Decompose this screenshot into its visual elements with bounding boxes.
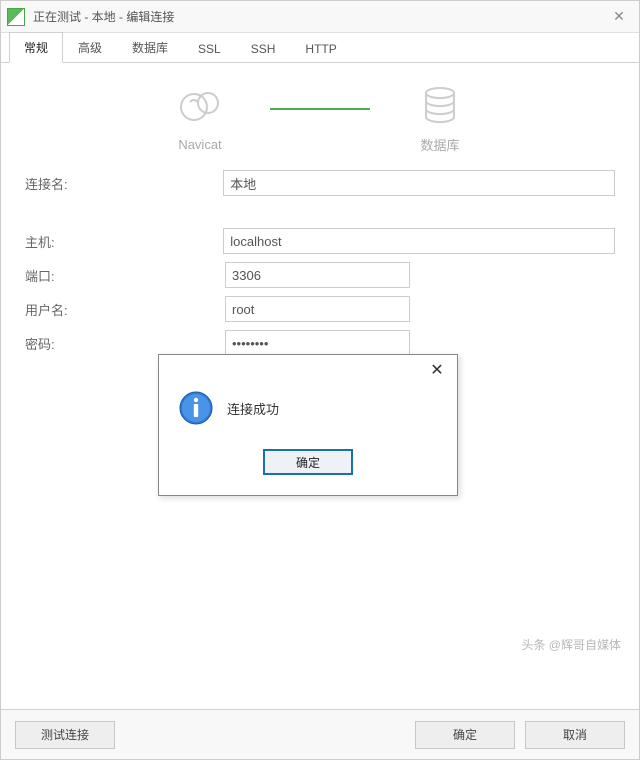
connection-diagram: Navicat 数据库 [11, 83, 629, 154]
connection-name-label: 连接名: [25, 174, 223, 193]
window-title: 正在测试 - 本地 - 编辑连接 [33, 8, 599, 25]
port-input[interactable] [225, 262, 410, 288]
host-label: 主机: [25, 232, 223, 251]
database-icon [418, 83, 462, 127]
tab-ssl[interactable]: SSL [183, 35, 236, 62]
footer-bar: 测试连接 确定 取消 [1, 709, 639, 759]
dialog-titlebar: ✕ [159, 355, 457, 385]
diagram-server-label: 数据库 [420, 135, 459, 154]
dialog-close-icon[interactable]: ✕ [417, 355, 457, 385]
tab-http[interactable]: HTTP [290, 35, 351, 62]
port-label: 端口: [25, 266, 225, 285]
cancel-button[interactable]: 取消 [525, 721, 625, 749]
host-input[interactable] [223, 228, 615, 254]
tab-advanced[interactable]: 高级 [63, 32, 117, 62]
dialog-message: 连接成功 [227, 399, 279, 418]
tab-general[interactable]: 常规 [9, 32, 63, 63]
user-input[interactable] [225, 296, 410, 322]
tab-ssh[interactable]: SSH [236, 35, 291, 62]
diagram-client: Navicat [140, 85, 260, 152]
diagram-client-label: Navicat [178, 137, 221, 152]
user-label: 用户名: [25, 300, 225, 319]
diagram-connector [270, 108, 370, 110]
info-icon [179, 391, 213, 425]
result-dialog: ✕ 连接成功 确定 [158, 354, 458, 496]
test-connection-button[interactable]: 测试连接 [15, 721, 115, 749]
tab-bar: 常规 高级 数据库 SSL SSH HTTP [1, 33, 639, 63]
dialog-footer: 确定 [159, 443, 457, 495]
ok-button[interactable]: 确定 [415, 721, 515, 749]
navicat-icon [178, 85, 222, 129]
watermark-text: 头条 @辉哥自媒体 [521, 636, 621, 653]
password-input[interactable] [225, 330, 410, 356]
connection-name-input[interactable] [223, 170, 615, 196]
close-icon[interactable]: ✕ [599, 1, 639, 33]
password-label: 密码: [25, 334, 225, 353]
dialog-ok-button[interactable]: 确定 [263, 449, 353, 475]
tab-database[interactable]: 数据库 [117, 32, 183, 62]
dialog-body: 连接成功 [159, 385, 457, 443]
app-icon [7, 8, 25, 26]
diagram-server: 数据库 [380, 83, 500, 154]
titlebar: 正在测试 - 本地 - 编辑连接 ✕ [1, 1, 639, 33]
